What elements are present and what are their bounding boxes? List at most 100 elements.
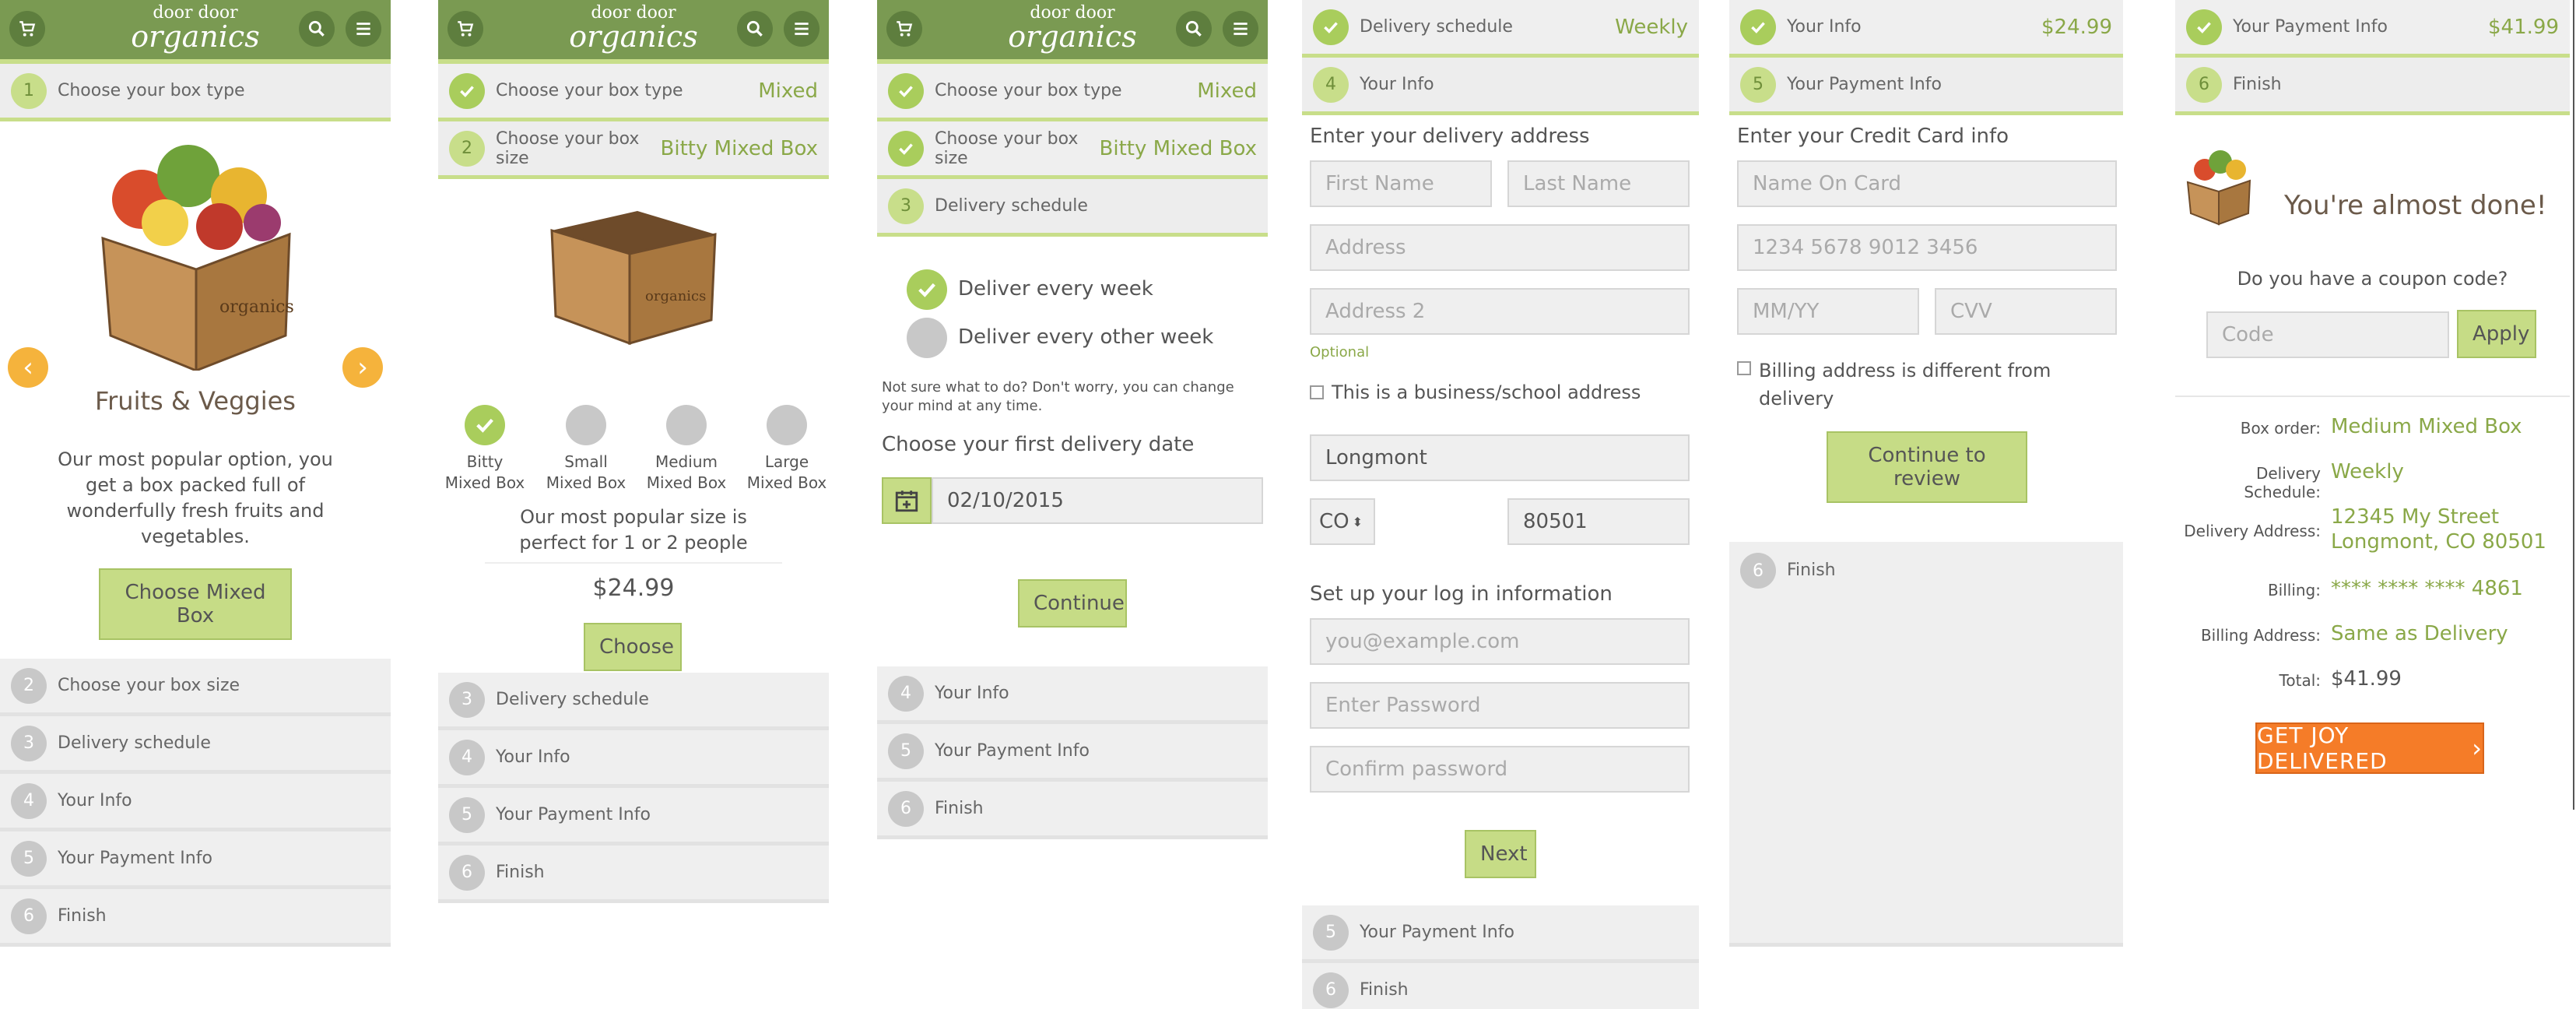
- menu-icon[interactable]: [1223, 11, 1258, 47]
- summary-billing: Billing: **** **** **** 4861: [2267, 577, 2523, 600]
- step-value: Bitty Mixed Box: [1099, 136, 1257, 160]
- step-delivery-schedule[interactable]: Delivery schedule Weekly: [1302, 0, 1699, 58]
- step-finish[interactable]: 6 Finish: [2175, 58, 2570, 115]
- search-icon[interactable]: [737, 11, 773, 47]
- get-joy-delivered-button[interactable]: GET JOY DELIVERED ›: [2255, 722, 2484, 774]
- step-finish[interactable]: 6 Finish: [0, 889, 391, 947]
- search-icon[interactable]: [299, 11, 335, 47]
- next-button[interactable]: Next: [1465, 830, 1536, 878]
- step-box-size[interactable]: Choose your box size Bitty Mixed Box: [877, 121, 1268, 179]
- size-option-large[interactable]: [767, 405, 807, 445]
- step-finish[interactable]: 6 Finish: [438, 846, 829, 903]
- choose-mixed-box-button[interactable]: Choose Mixed Box: [99, 568, 292, 640]
- summary-billing-address: Billing Address: Same as Delivery: [2200, 622, 2508, 645]
- step-finish[interactable]: 6 Finish: [1729, 542, 2123, 947]
- address2-input[interactable]: Address 2: [1310, 288, 1690, 335]
- step-payment-info[interactable]: 5 Your Payment Info: [877, 724, 1268, 782]
- step-your-info[interactable]: 4 Your Info: [1302, 58, 1699, 115]
- step-your-info[interactable]: 4 Your Info: [0, 774, 391, 831]
- step-label: Choose your box size: [496, 128, 640, 168]
- step-your-info[interactable]: 4 Your Info: [877, 666, 1268, 724]
- apply-coupon-button[interactable]: Apply: [2457, 310, 2536, 358]
- step-payment-info[interactable]: 5 Your Payment Info: [1302, 905, 1699, 963]
- summary-delivery-address: Delivery Address: 12345 My Street Longmon…: [2184, 505, 2546, 554]
- card-number-input[interactable]: 1234 5678 9012 3456: [1737, 224, 2117, 271]
- step-number: 5: [11, 840, 47, 877]
- menu-icon[interactable]: [346, 11, 381, 47]
- address-input[interactable]: Address: [1310, 224, 1690, 271]
- price: $24.99: [592, 575, 675, 602]
- schedule-note: Not sure what to do? Don't worry, you ca…: [882, 379, 1234, 414]
- step-label: Choose your box size: [935, 128, 1079, 168]
- last-name-input[interactable]: Last Name: [1507, 160, 1690, 207]
- step-label: Delivery schedule: [496, 690, 649, 709]
- produce-box-image: [2186, 150, 2251, 226]
- calendar-icon[interactable]: [882, 477, 932, 524]
- svg-text:organics: organics: [219, 297, 294, 317]
- previous-arrow[interactable]: ‹: [8, 347, 48, 388]
- radio-every-other-week[interactable]: [907, 318, 947, 358]
- step-label: Your Payment Info: [935, 741, 1090, 761]
- step-your-info[interactable]: Your Info $24.99: [1729, 0, 2123, 58]
- panel-choose-box-type: door door organics 1 Choose your box type…: [0, 0, 391, 1009]
- step-label: Choose your box type: [58, 81, 245, 100]
- step-delivery-schedule[interactable]: 3 Delivery schedule: [0, 716, 391, 774]
- check-icon: [888, 130, 924, 167]
- label-every-other-week: Deliver every other week: [958, 325, 1214, 349]
- step-box-type[interactable]: Choose your box type Mixed: [438, 64, 829, 121]
- step-box-size[interactable]: 2 Choose your box size Bitty Mixed Box: [438, 121, 829, 179]
- email-input[interactable]: you@example.com: [1310, 618, 1690, 665]
- next-arrow[interactable]: ›: [342, 347, 383, 388]
- step-box-type[interactable]: Choose your box type Mixed: [877, 64, 1268, 121]
- product-description: Our most popular option, you get a box p…: [58, 448, 333, 547]
- choose-button[interactable]: Choose: [584, 623, 682, 671]
- step-number: 4: [11, 782, 47, 819]
- check-icon: [888, 72, 924, 109]
- search-icon[interactable]: [1176, 11, 1212, 47]
- login-heading: Set up your log in information: [1310, 582, 1613, 606]
- header: door door organics: [438, 0, 829, 64]
- step-payment-info[interactable]: Your Payment Info $41.99: [2175, 0, 2570, 58]
- step-label: Finish: [1787, 561, 1836, 580]
- step-label: Finish: [58, 906, 107, 926]
- step-box-size[interactable]: 2 Choose your box size: [0, 659, 391, 716]
- name-on-card-input[interactable]: Name On Card: [1737, 160, 2117, 207]
- cvv-input[interactable]: CVV: [1935, 288, 2117, 335]
- step-payment-info[interactable]: 5 Your Payment Info: [0, 831, 391, 889]
- summary-delivery-schedule: Delivery Schedule: Weekly: [2244, 460, 2404, 501]
- billing-different-checkbox[interactable]: [1737, 361, 1751, 375]
- menu-icon[interactable]: [784, 11, 819, 47]
- step-payment-info[interactable]: 5 Your Payment Info: [438, 788, 829, 846]
- zip-input[interactable]: 80501: [1507, 498, 1690, 545]
- step-your-info[interactable]: 4 Your Info: [438, 730, 829, 788]
- step-number: 3: [449, 681, 485, 718]
- address-heading: Enter your delivery address: [1310, 125, 1590, 148]
- step-delivery-schedule[interactable]: 3 Delivery schedule: [877, 179, 1268, 237]
- business-label: This is a business/school address: [1332, 381, 1641, 403]
- step-number: 3: [11, 725, 47, 761]
- your-info-form: Enter your delivery address First Name L…: [1302, 115, 1699, 905]
- step-label: Finish: [1360, 980, 1409, 1000]
- step-delivery-schedule[interactable]: 3 Delivery schedule: [438, 673, 829, 730]
- step-finish[interactable]: 6 Finish: [877, 782, 1268, 839]
- expiry-input[interactable]: MM/YY: [1737, 288, 1919, 335]
- box-image: organics: [550, 211, 717, 346]
- step-box-type[interactable]: 1 Choose your box type: [0, 64, 391, 121]
- radio-every-week[interactable]: [907, 269, 947, 310]
- confirm-password-input[interactable]: Confirm password: [1310, 746, 1690, 793]
- step-finish[interactable]: 6 Finish: [1302, 963, 1699, 1009]
- size-option-bitty[interactable]: [465, 405, 505, 445]
- business-checkbox[interactable]: [1310, 385, 1324, 399]
- summary-total: Total: $41.99: [2279, 667, 2402, 691]
- password-input[interactable]: Enter Password: [1310, 682, 1690, 729]
- state-select[interactable]: CO ⬍: [1310, 498, 1375, 545]
- coupon-code-input[interactable]: Code: [2206, 311, 2449, 358]
- size-option-medium[interactable]: [666, 405, 707, 445]
- delivery-date-input[interactable]: 02/10/2015: [932, 477, 1263, 524]
- step-payment-info[interactable]: 5 Your Payment Info: [1729, 58, 2123, 115]
- continue-button[interactable]: Continue: [1018, 579, 1127, 628]
- size-option-small[interactable]: [566, 405, 606, 445]
- city-input[interactable]: Longmont: [1310, 434, 1690, 481]
- continue-to-review-button[interactable]: Continue to review: [1827, 431, 2027, 503]
- first-name-input[interactable]: First Name: [1310, 160, 1492, 207]
